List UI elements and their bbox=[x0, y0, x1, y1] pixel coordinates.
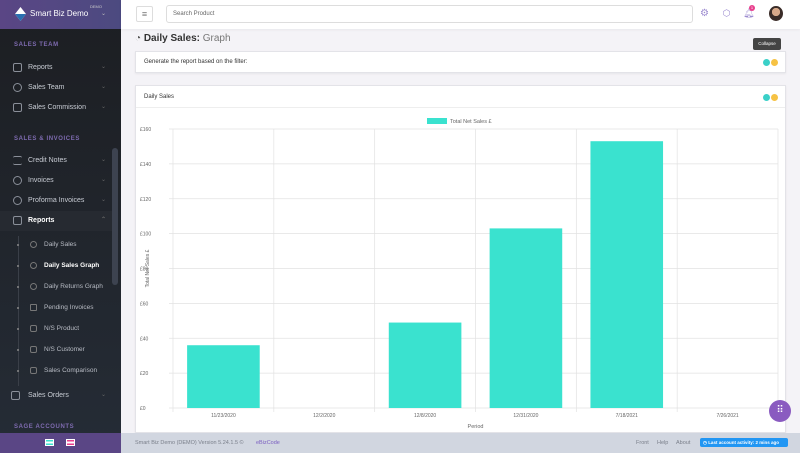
y-tick-label: £160 bbox=[140, 127, 151, 133]
y-tick-label: £20 bbox=[140, 371, 149, 377]
bar bbox=[489, 228, 563, 408]
footer: Smart Biz Demo (DEMO) Version 5.24.1.5 ©… bbox=[121, 433, 800, 453]
y-axis-label: Total Net Sales £ bbox=[145, 249, 151, 287]
x-tick-label: 7/26/2021 bbox=[716, 413, 738, 419]
activity-text: Last account activity: 2 mins ago bbox=[708, 440, 779, 445]
y-tick-label: £120 bbox=[140, 197, 151, 203]
bar-chart: £0£20£40£60£80£100£120£140£16011/23/2020… bbox=[140, 118, 779, 430]
x-tick-label: 12/31/2020 bbox=[513, 413, 538, 419]
y-tick-label: £0 bbox=[140, 406, 146, 412]
y-tick-label: £140 bbox=[140, 162, 151, 168]
y-tick-label: £100 bbox=[140, 232, 151, 238]
help-link[interactable]: Help bbox=[657, 440, 668, 446]
x-tick-label: 12/8/2020 bbox=[414, 413, 436, 419]
about-link[interactable]: About bbox=[676, 440, 690, 446]
activity-badge: ◷ Last account activity: 2 mins ago bbox=[700, 438, 788, 447]
legend-swatch bbox=[427, 118, 447, 124]
x-tick-label: 11/23/2020 bbox=[211, 413, 236, 419]
legend-label: Total Net Sales £ bbox=[450, 119, 492, 125]
bar bbox=[388, 322, 462, 408]
y-tick-label: £40 bbox=[140, 336, 149, 342]
apps-grid-icon[interactable]: ⠿ bbox=[769, 400, 791, 422]
bar bbox=[590, 141, 664, 409]
front-link[interactable]: Front bbox=[636, 440, 649, 446]
company-link[interactable]: eBizCode bbox=[256, 440, 280, 446]
version-text: Smart Biz Demo (DEMO) Version 5.24.1.5 © bbox=[135, 440, 244, 446]
y-tick-label: £60 bbox=[140, 301, 149, 307]
x-axis-label: Period bbox=[468, 424, 484, 430]
x-tick-label: 12/2/2020 bbox=[313, 413, 335, 419]
x-tick-label: 7/18/2021 bbox=[616, 413, 638, 419]
bar bbox=[187, 345, 260, 408]
